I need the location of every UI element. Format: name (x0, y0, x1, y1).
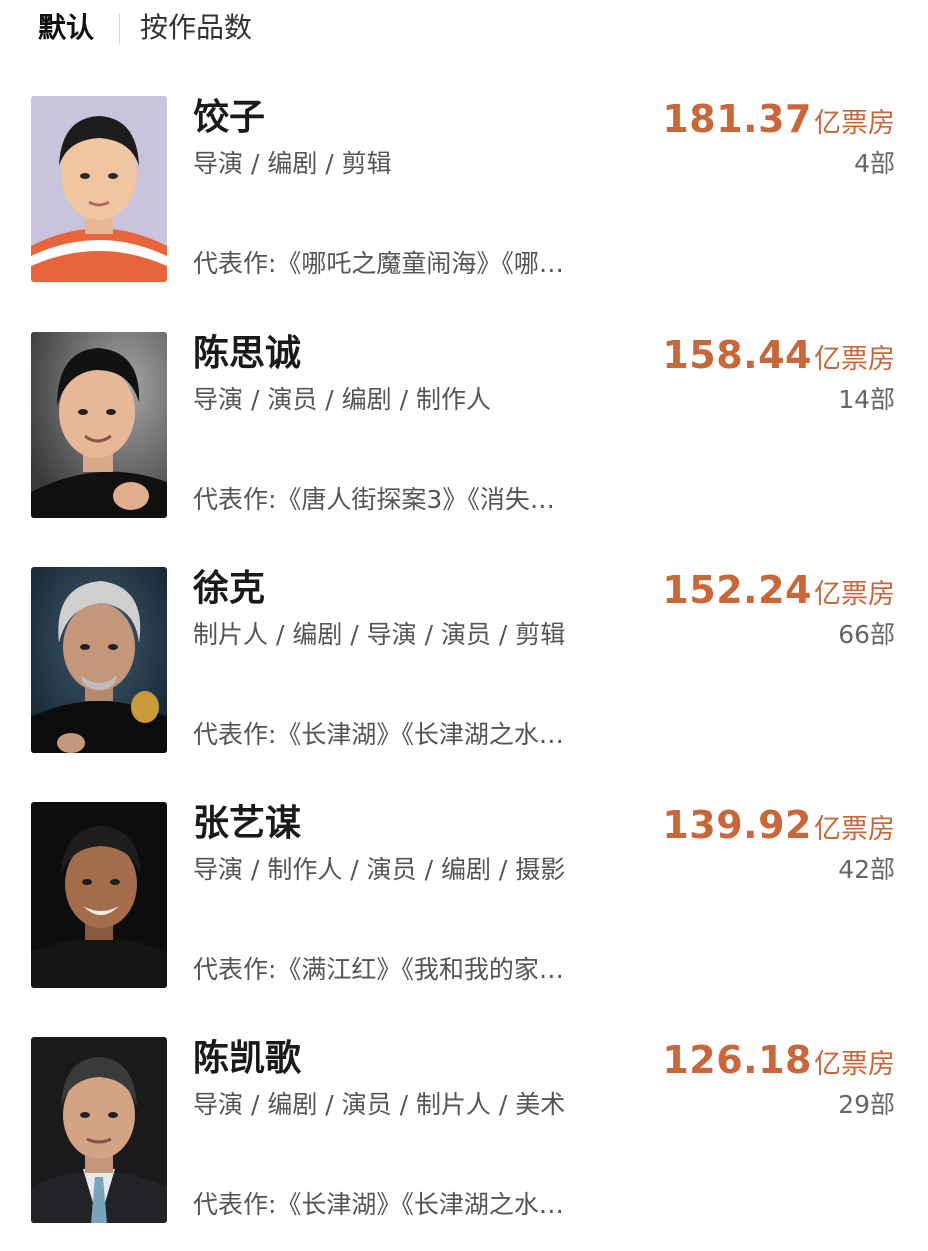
director-list-item[interactable]: 徐克 制片人 / 编剧 / 导演 / 演员 / 剪辑 代表作:《长津湖》《长津湖… (0, 567, 928, 755)
works-count: 42部 (838, 855, 895, 884)
avatar (31, 96, 167, 282)
box-office-value: 126.18 (662, 1038, 812, 1082)
director-name: 徐克 (193, 568, 266, 609)
director-name: 陈凯歌 (193, 1038, 302, 1079)
works-count: 4部 (854, 149, 895, 178)
tab-by-works-count[interactable]: 按作品数 (140, 8, 252, 48)
box-office-total: 152.24亿票房 (662, 567, 895, 621)
works-count: 14部 (838, 385, 895, 414)
director-roles: 制片人 / 编剧 / 导演 / 演员 / 剪辑 (193, 620, 566, 649)
director-roles: 导演 / 演员 / 编剧 / 制作人 (193, 385, 491, 414)
box-office-total: 181.37亿票房 (662, 96, 895, 150)
box-office-value: 181.37 (662, 97, 812, 141)
works-count: 66部 (838, 620, 895, 649)
avatar (31, 802, 167, 988)
representative-works: 代表作:《唐人街探案3》《消失… (193, 485, 555, 514)
box-office-total: 158.44亿票房 (662, 332, 895, 386)
box-office-total: 139.92亿票房 (662, 802, 895, 856)
box-office-value: 152.24 (662, 568, 812, 612)
box-office-unit: 亿票房 (814, 1049, 895, 1080)
avatar (31, 1037, 167, 1223)
representative-works: 代表作:《满江红》《我和我的家… (193, 955, 564, 984)
avatar (31, 567, 167, 753)
representative-works: 代表作:《长津湖》《长津湖之水… (193, 720, 564, 749)
director-list-item[interactable]: 陈凯歌 导演 / 编剧 / 演员 / 制片人 / 美术 代表作:《长津湖》《长津… (0, 1037, 928, 1225)
box-office-total: 126.18亿票房 (662, 1037, 895, 1091)
director-roles: 导演 / 编剧 / 演员 / 制片人 / 美术 (193, 1090, 566, 1119)
avatar (31, 332, 167, 518)
box-office-unit: 亿票房 (814, 814, 895, 845)
works-count: 29部 (838, 1090, 895, 1119)
tab-divider (119, 14, 120, 44)
box-office-value: 139.92 (662, 803, 812, 847)
box-office-value: 158.44 (662, 333, 812, 377)
director-list-item[interactable]: 陈思诚 导演 / 演员 / 编剧 / 制作人 代表作:《唐人街探案3》《消失… … (0, 332, 928, 520)
director-name: 陈思诚 (193, 333, 302, 374)
director-box-office-list-page: 默认 按作品数 饺子 导演 / 编剧 / 剪辑 代表作:《哪吒之魔童闹海》《哪…… (0, 0, 928, 1251)
director-list-item[interactable]: 饺子 导演 / 编剧 / 剪辑 代表作:《哪吒之魔童闹海》《哪… 181.37亿… (0, 96, 928, 284)
director-name: 张艺谋 (193, 803, 302, 844)
box-office-unit: 亿票房 (814, 579, 895, 610)
representative-works: 代表作:《哪吒之魔童闹海》《哪… (193, 249, 564, 278)
tab-default[interactable]: 默认 (38, 8, 94, 48)
director-list-item[interactable]: 张艺谋 导演 / 制作人 / 演员 / 编剧 / 摄影 代表作:《满江红》《我和… (0, 802, 928, 990)
box-office-unit: 亿票房 (814, 108, 895, 139)
sort-tabs: 默认 按作品数 (0, 0, 928, 56)
box-office-unit: 亿票房 (814, 344, 895, 375)
director-roles: 导演 / 制作人 / 演员 / 编剧 / 摄影 (193, 855, 566, 884)
representative-works: 代表作:《长津湖》《长津湖之水… (193, 1190, 564, 1219)
director-roles: 导演 / 编剧 / 剪辑 (193, 149, 392, 178)
director-name: 饺子 (193, 97, 266, 138)
